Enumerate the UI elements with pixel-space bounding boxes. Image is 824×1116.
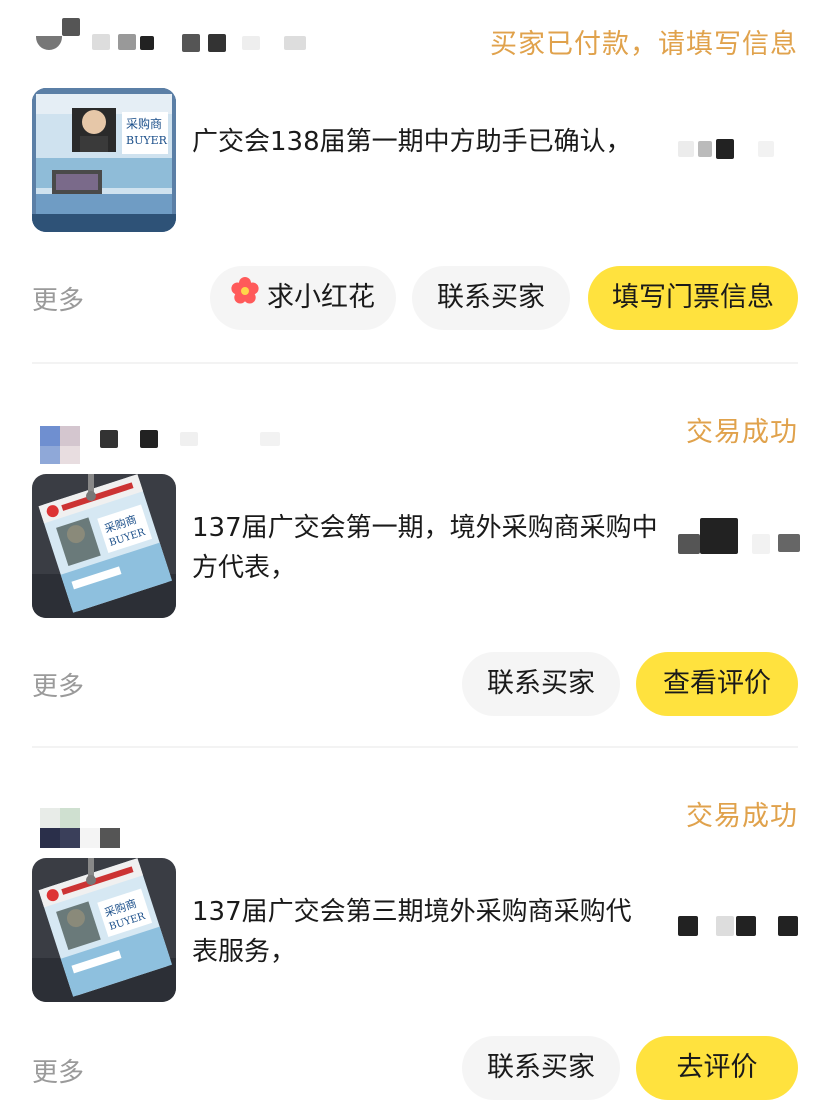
item-title[interactable]: 广交会138届第一期中方助手已确认， — [192, 122, 632, 162]
order-card[interactable]: 交易成功 采购商 BUYER — [0, 768, 824, 1116]
buyer-badge-photo: 采购商 BUYER — [32, 474, 176, 618]
item-title[interactable]: 137届广交会第一期，境外采购商采购中方代表， — [192, 508, 662, 588]
order-card[interactable]: 买家已付款，请填写信息 采购商 BUYER 广交会138届第一期中方助手已确认，… — [0, 0, 824, 384]
view-review-button[interactable]: 查看评价 — [636, 652, 798, 716]
seller-name-mosaic — [32, 12, 332, 60]
order-header: 买家已付款，请填写信息 — [32, 0, 798, 80]
more-link[interactable]: 更多 — [32, 1052, 84, 1089]
contact-buyer-button[interactable]: 联系买家 — [462, 1036, 620, 1100]
item-title[interactable]: 137届广交会第三期境外采购商采购代表服务， — [192, 892, 632, 972]
order-list: 买家已付款，请填写信息 采购商 BUYER 广交会138届第一期中方助手已确认，… — [0, 0, 824, 1116]
seller-name-mosaic — [32, 780, 332, 848]
fill-ticket-info-button[interactable]: 填写门票信息 — [588, 266, 798, 330]
go-review-button[interactable]: 去评价 — [636, 1036, 798, 1100]
price-mosaic — [678, 912, 798, 942]
order-status: 交易成功 — [686, 801, 798, 832]
order-status: 买家已付款，请填写信息 — [490, 29, 798, 60]
red-flower-icon — [231, 265, 259, 329]
seller-name-mosaic — [32, 396, 332, 464]
svg-text:采购商: 采购商 — [126, 116, 162, 131]
price-mosaic — [678, 518, 800, 554]
item-thumbnail[interactable]: 采购商 BUYER — [32, 88, 176, 232]
divider — [32, 746, 798, 748]
more-link[interactable]: 更多 — [32, 280, 84, 317]
item-thumbnail[interactable]: 采购商 BUYER — [32, 474, 176, 618]
price-mosaic — [678, 135, 798, 165]
buyer-badge-photo: 采购商 BUYER — [32, 88, 176, 232]
ask-flower-button[interactable]: 求小红花 — [210, 266, 396, 330]
order-status: 交易成功 — [686, 417, 798, 448]
buyer-badge-photo: 采购商 BUYER — [32, 858, 176, 1002]
divider — [32, 362, 798, 364]
svg-text:BUYER: BUYER — [126, 134, 168, 147]
order-card[interactable]: 交易成功 采购商 BUYER — [0, 384, 824, 768]
contact-buyer-button[interactable]: 联系买家 — [412, 266, 570, 330]
contact-buyer-button[interactable]: 联系买家 — [462, 652, 620, 716]
order-header: 交易成功 — [32, 768, 798, 848]
item-thumbnail[interactable]: 采购商 BUYER — [32, 858, 176, 1002]
more-link[interactable]: 更多 — [32, 666, 84, 703]
ask-flower-label: 求小红花 — [267, 282, 375, 313]
order-header: 交易成功 — [32, 384, 798, 464]
